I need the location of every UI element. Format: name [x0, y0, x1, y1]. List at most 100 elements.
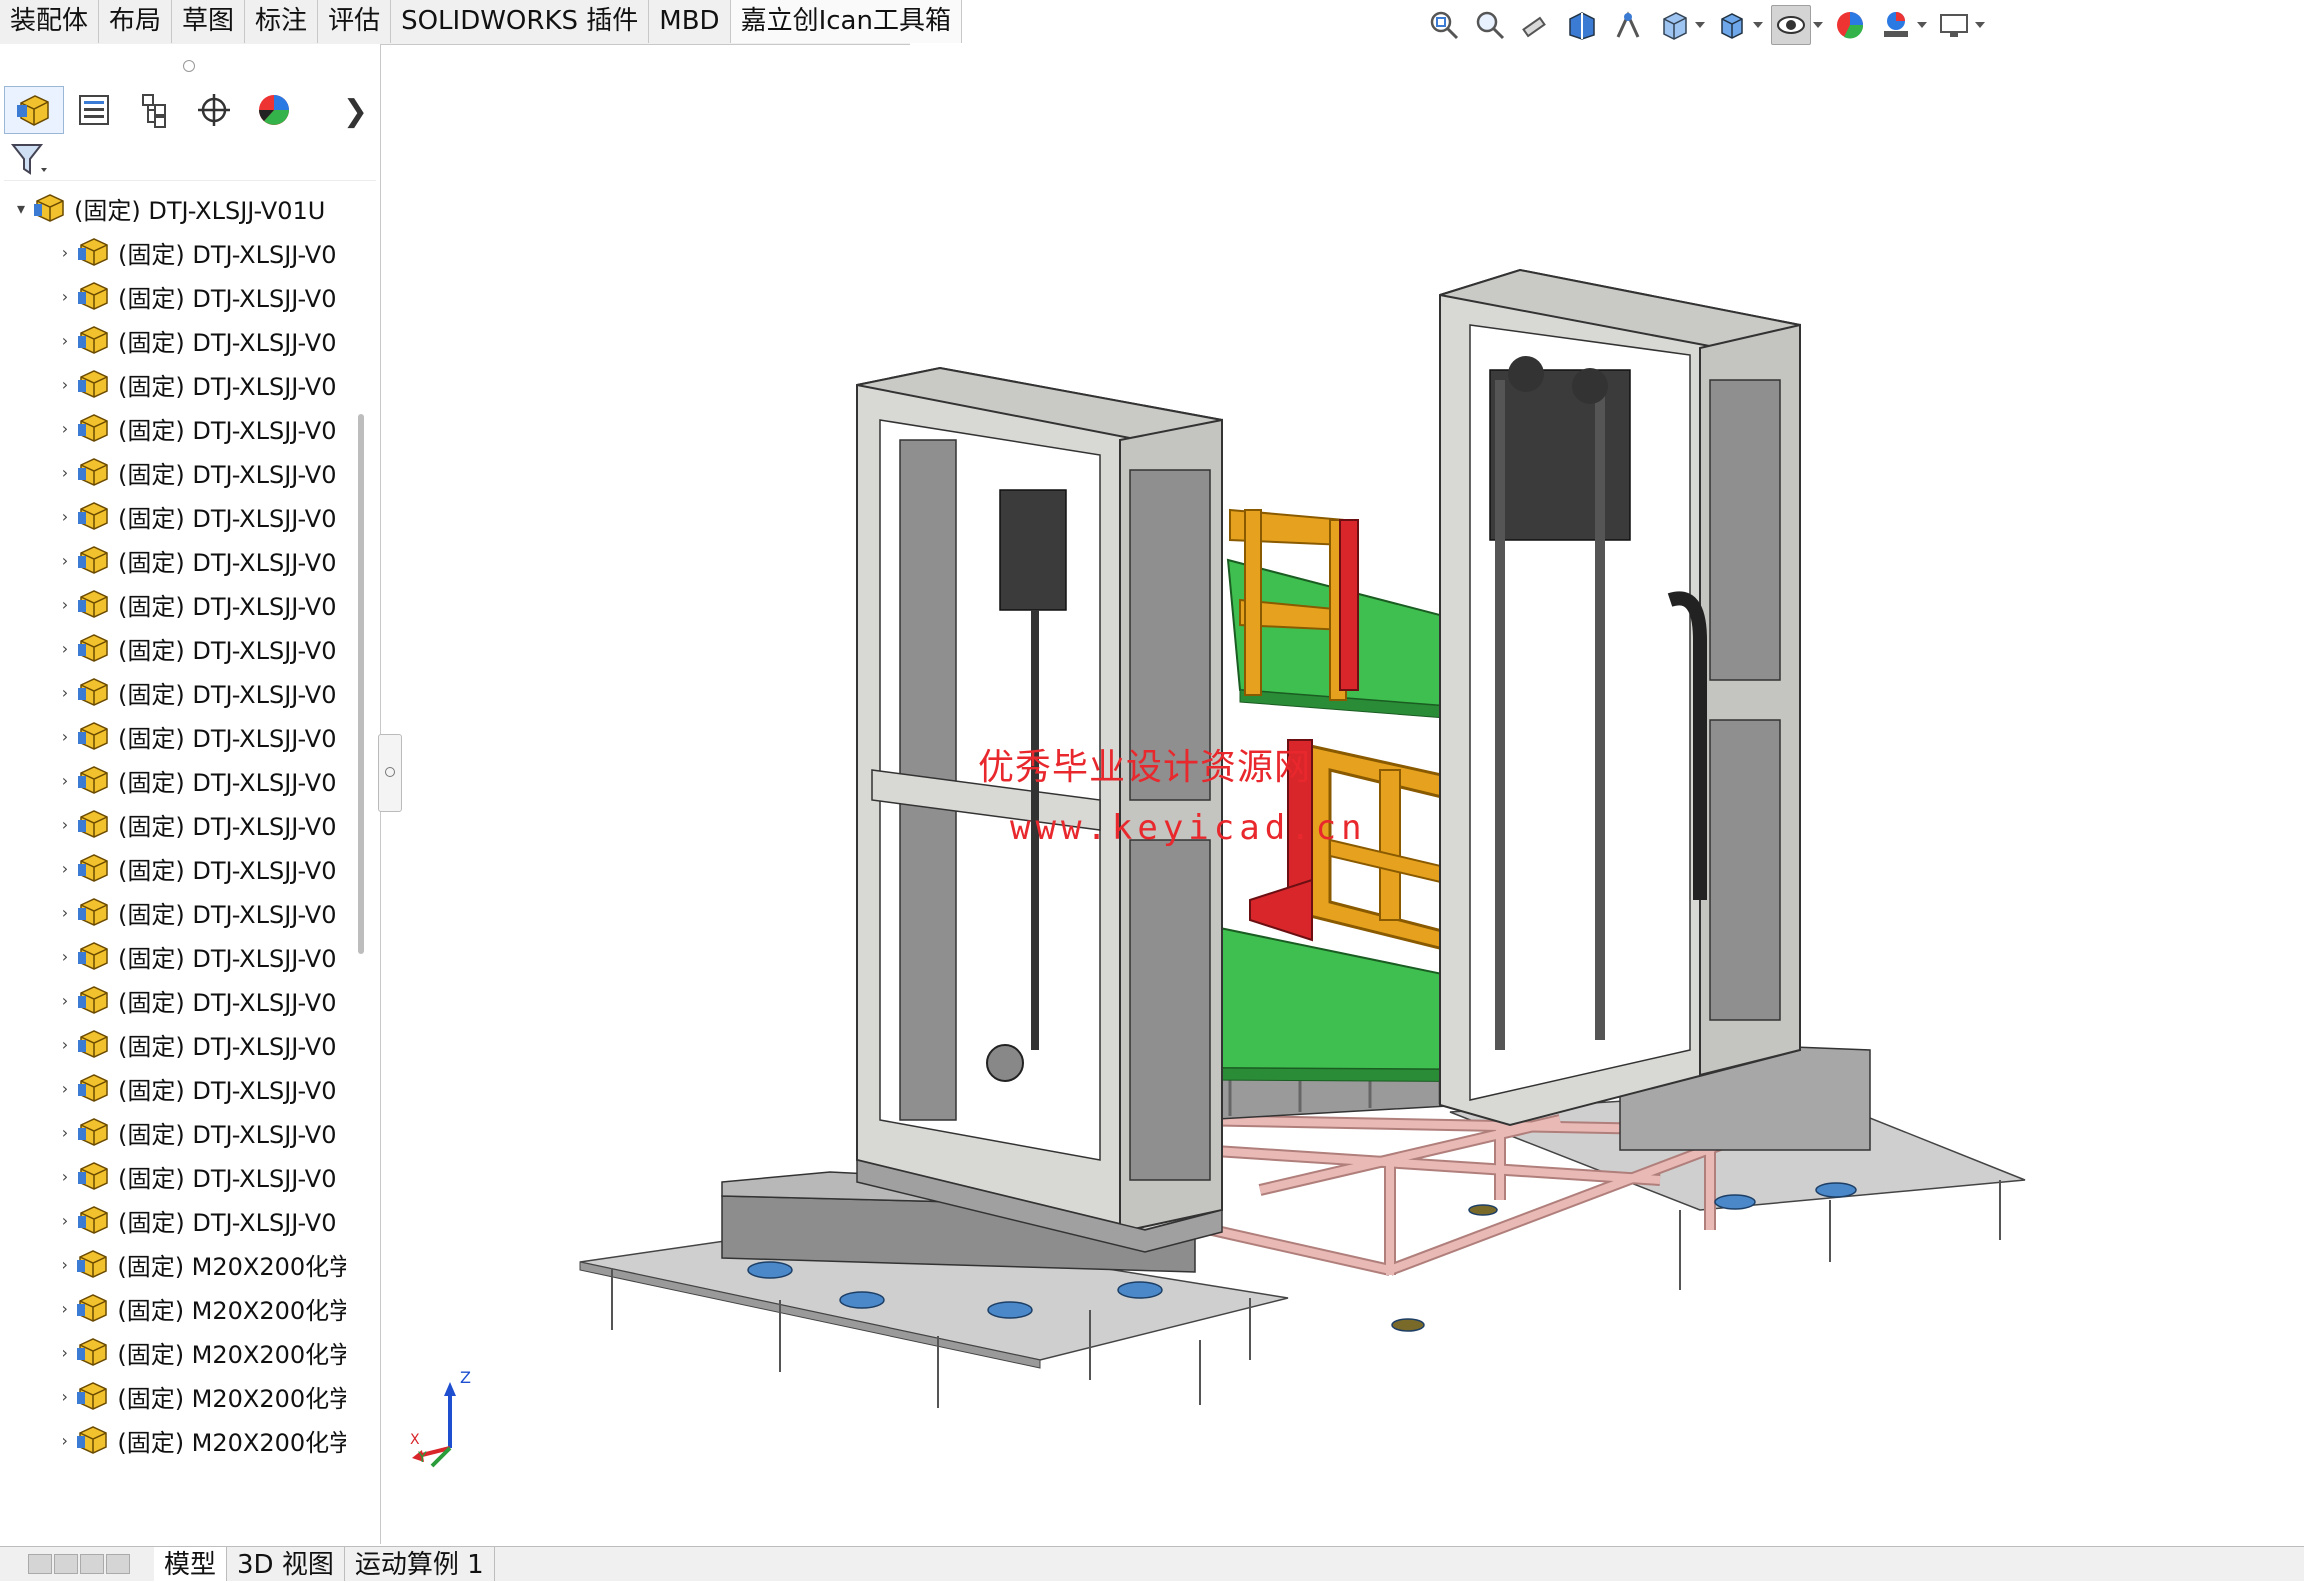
tab-sketch[interactable]: 草图 — [172, 0, 246, 43]
dynamic-annotation-icon[interactable] — [1609, 6, 1647, 44]
display-manager-tab-icon[interactable] — [244, 86, 304, 134]
tree-item[interactable]: › (固定) DTJ-XLSJJ-V0 — [0, 230, 346, 274]
chevron-right-icon[interactable]: › — [54, 683, 76, 702]
chevron-right-icon[interactable]: › — [54, 1211, 76, 1230]
tab-evaluate[interactable]: 评估 — [318, 0, 392, 43]
tab-layout[interactable]: 布局 — [99, 0, 173, 43]
chevron-down-icon[interactable] — [1975, 22, 1985, 28]
tree-item[interactable]: › (固定) DTJ-XLSJJ-V0 — [0, 450, 346, 494]
display-style-icon[interactable] — [1713, 6, 1751, 44]
previous-view-icon[interactable] — [1517, 6, 1555, 44]
chevron-right-icon[interactable]: › — [54, 331, 76, 350]
apply-scene-icon[interactable] — [1877, 6, 1915, 44]
tab-3d-views[interactable]: 3D 视图 — [227, 1547, 345, 1581]
tree-item[interactable]: › (固定) DTJ-XLSJJ-V0 — [0, 802, 346, 846]
tab-assembly[interactable]: 装配体 — [0, 0, 100, 43]
chevron-down-icon[interactable]: ▾ — [10, 199, 32, 218]
filter-icon[interactable] — [10, 142, 50, 178]
tree-item[interactable]: › (固定) DTJ-XLSJJ-V0 — [0, 362, 346, 406]
scroll-last-icon[interactable] — [106, 1554, 130, 1574]
chevron-right-icon[interactable]: › — [54, 727, 76, 746]
chevron-right-icon[interactable]: › — [54, 1123, 76, 1142]
chevron-right-icon[interactable]: ❯ — [343, 94, 368, 129]
chevron-down-icon[interactable] — [1917, 22, 1927, 28]
chevron-right-icon[interactable]: › — [54, 1431, 75, 1450]
chevron-right-icon[interactable]: › — [54, 903, 76, 922]
chevron-right-icon[interactable]: › — [54, 1167, 76, 1186]
chevron-right-icon[interactable]: › — [54, 595, 76, 614]
tree-item[interactable]: › (固定) DTJ-XLSJJ-V0 — [0, 318, 346, 362]
tab-markup[interactable]: 标注 — [245, 0, 319, 43]
chevron-right-icon[interactable]: › — [54, 1255, 75, 1274]
tree-item[interactable]: › (固定) DTJ-XLSJJ-V0 — [0, 1154, 346, 1198]
chevron-right-icon[interactable]: › — [54, 287, 76, 306]
chevron-right-icon[interactable]: › — [54, 463, 76, 482]
tree-item[interactable]: › (固定) DTJ-XLSJJ-V0 — [0, 494, 346, 538]
chevron-right-icon[interactable]: › — [54, 859, 76, 878]
tree-item[interactable]: › (固定) DTJ-XLSJJ-V0 — [0, 978, 346, 1022]
chevron-right-icon[interactable]: › — [54, 991, 76, 1010]
tab-model[interactable]: 模型 — [154, 1547, 228, 1581]
chevron-right-icon[interactable]: › — [54, 507, 76, 526]
graphics-area[interactable]: 优秀毕业设计资源网 www.keyicad.cn Z X Y — [381, 48, 2304, 1545]
view-orientation-icon[interactable] — [1655, 6, 1693, 44]
hide-show-items-icon[interactable] — [1771, 5, 1811, 45]
chevron-right-icon[interactable]: › — [54, 375, 76, 394]
tab-motion-study[interactable]: 运动算例 1 — [345, 1547, 495, 1581]
chevron-right-icon[interactable]: › — [54, 1035, 76, 1054]
tree-item[interactable]: › (固定) DTJ-XLSJJ-V0 — [0, 538, 346, 582]
chevron-right-icon[interactable]: › — [54, 1343, 75, 1362]
section-view-icon[interactable] — [1563, 6, 1601, 44]
edit-appearance-icon[interactable] — [1831, 6, 1869, 44]
tree-item[interactable]: › (固定) DTJ-XLSJJ-V0 — [0, 1022, 346, 1066]
feature-manager-tab-icon[interactable] — [4, 86, 64, 134]
chevron-right-icon[interactable]: › — [54, 243, 76, 262]
tab-jlc-ican-toolbox[interactable]: 嘉立创Ican工具箱 — [730, 0, 962, 43]
tree-item[interactable]: › (固定) M20X200化学 — [0, 1330, 346, 1374]
chevron-right-icon[interactable]: › — [54, 419, 76, 438]
zoom-to-fit-icon[interactable] — [1425, 6, 1463, 44]
tree-item[interactable]: › (固定) DTJ-XLSJJ-V0 — [0, 1110, 346, 1154]
tree-item[interactable]: › (固定) M20X200化学 — [0, 1286, 346, 1330]
tree-item[interactable]: › (固定) M20X200化学 — [0, 1418, 346, 1462]
tree-scrollbar[interactable] — [358, 414, 364, 954]
scroll-prev-icon[interactable] — [54, 1554, 78, 1574]
chevron-right-icon[interactable]: › — [54, 1079, 76, 1098]
dimxpert-manager-tab-icon[interactable] — [184, 86, 244, 134]
tree-item[interactable]: › (固定) DTJ-XLSJJ-V0 — [0, 1066, 346, 1110]
chevron-right-icon[interactable]: › — [54, 1299, 75, 1318]
tree-item[interactable]: › (固定) DTJ-XLSJJ-V0 — [0, 890, 346, 934]
chevron-down-icon[interactable] — [1695, 22, 1705, 28]
chevron-right-icon[interactable]: › — [54, 639, 76, 658]
tree-item[interactable]: › (固定) DTJ-XLSJJ-V0 — [0, 582, 346, 626]
tree-item[interactable]: › (固定) DTJ-XLSJJ-V0 — [0, 406, 346, 450]
view-settings-icon[interactable] — [1935, 6, 1973, 44]
tree-item[interactable]: › (固定) DTJ-XLSJJ-V0 — [0, 626, 346, 670]
chevron-right-icon[interactable]: › — [54, 947, 76, 966]
tree-item[interactable]: › (固定) DTJ-XLSJJ-V0 — [0, 1198, 346, 1242]
tree-item[interactable]: › (固定) DTJ-XLSJJ-V0 — [0, 846, 346, 890]
chevron-right-icon[interactable]: › — [54, 1387, 75, 1406]
tree-root-item[interactable]: ▾ (固定) DTJ-XLSJJ-V01U — [0, 186, 346, 230]
property-manager-tab-icon[interactable] — [64, 86, 124, 134]
tab-mbd[interactable]: MBD — [649, 0, 731, 43]
scroll-first-icon[interactable] — [28, 1554, 52, 1574]
chevron-right-icon[interactable]: › — [54, 815, 76, 834]
tab-solidworks-addins[interactable]: SOLIDWORKS 插件 — [391, 0, 650, 43]
panel-grip[interactable] — [183, 60, 195, 72]
configuration-manager-tab-icon[interactable] — [124, 86, 184, 134]
chevron-down-icon[interactable] — [1753, 22, 1763, 28]
scroll-next-icon[interactable] — [80, 1554, 104, 1574]
filter-row — [4, 138, 376, 181]
zoom-to-area-icon[interactable] — [1471, 6, 1509, 44]
tree-item[interactable]: › (固定) M20X200化学 — [0, 1374, 346, 1418]
tree-item[interactable]: › (固定) DTJ-XLSJJ-V0 — [0, 714, 346, 758]
chevron-right-icon[interactable]: › — [54, 551, 76, 570]
tree-item[interactable]: › (固定) DTJ-XLSJJ-V0 — [0, 274, 346, 318]
chevron-down-icon[interactable] — [1813, 22, 1823, 28]
tree-item[interactable]: › (固定) DTJ-XLSJJ-V0 — [0, 670, 346, 714]
tree-item[interactable]: › (固定) DTJ-XLSJJ-V0 — [0, 934, 346, 978]
chevron-right-icon[interactable]: › — [54, 771, 76, 790]
tree-item[interactable]: › (固定) M20X200化学 — [0, 1242, 346, 1286]
tree-item[interactable]: › (固定) DTJ-XLSJJ-V0 — [0, 758, 346, 802]
